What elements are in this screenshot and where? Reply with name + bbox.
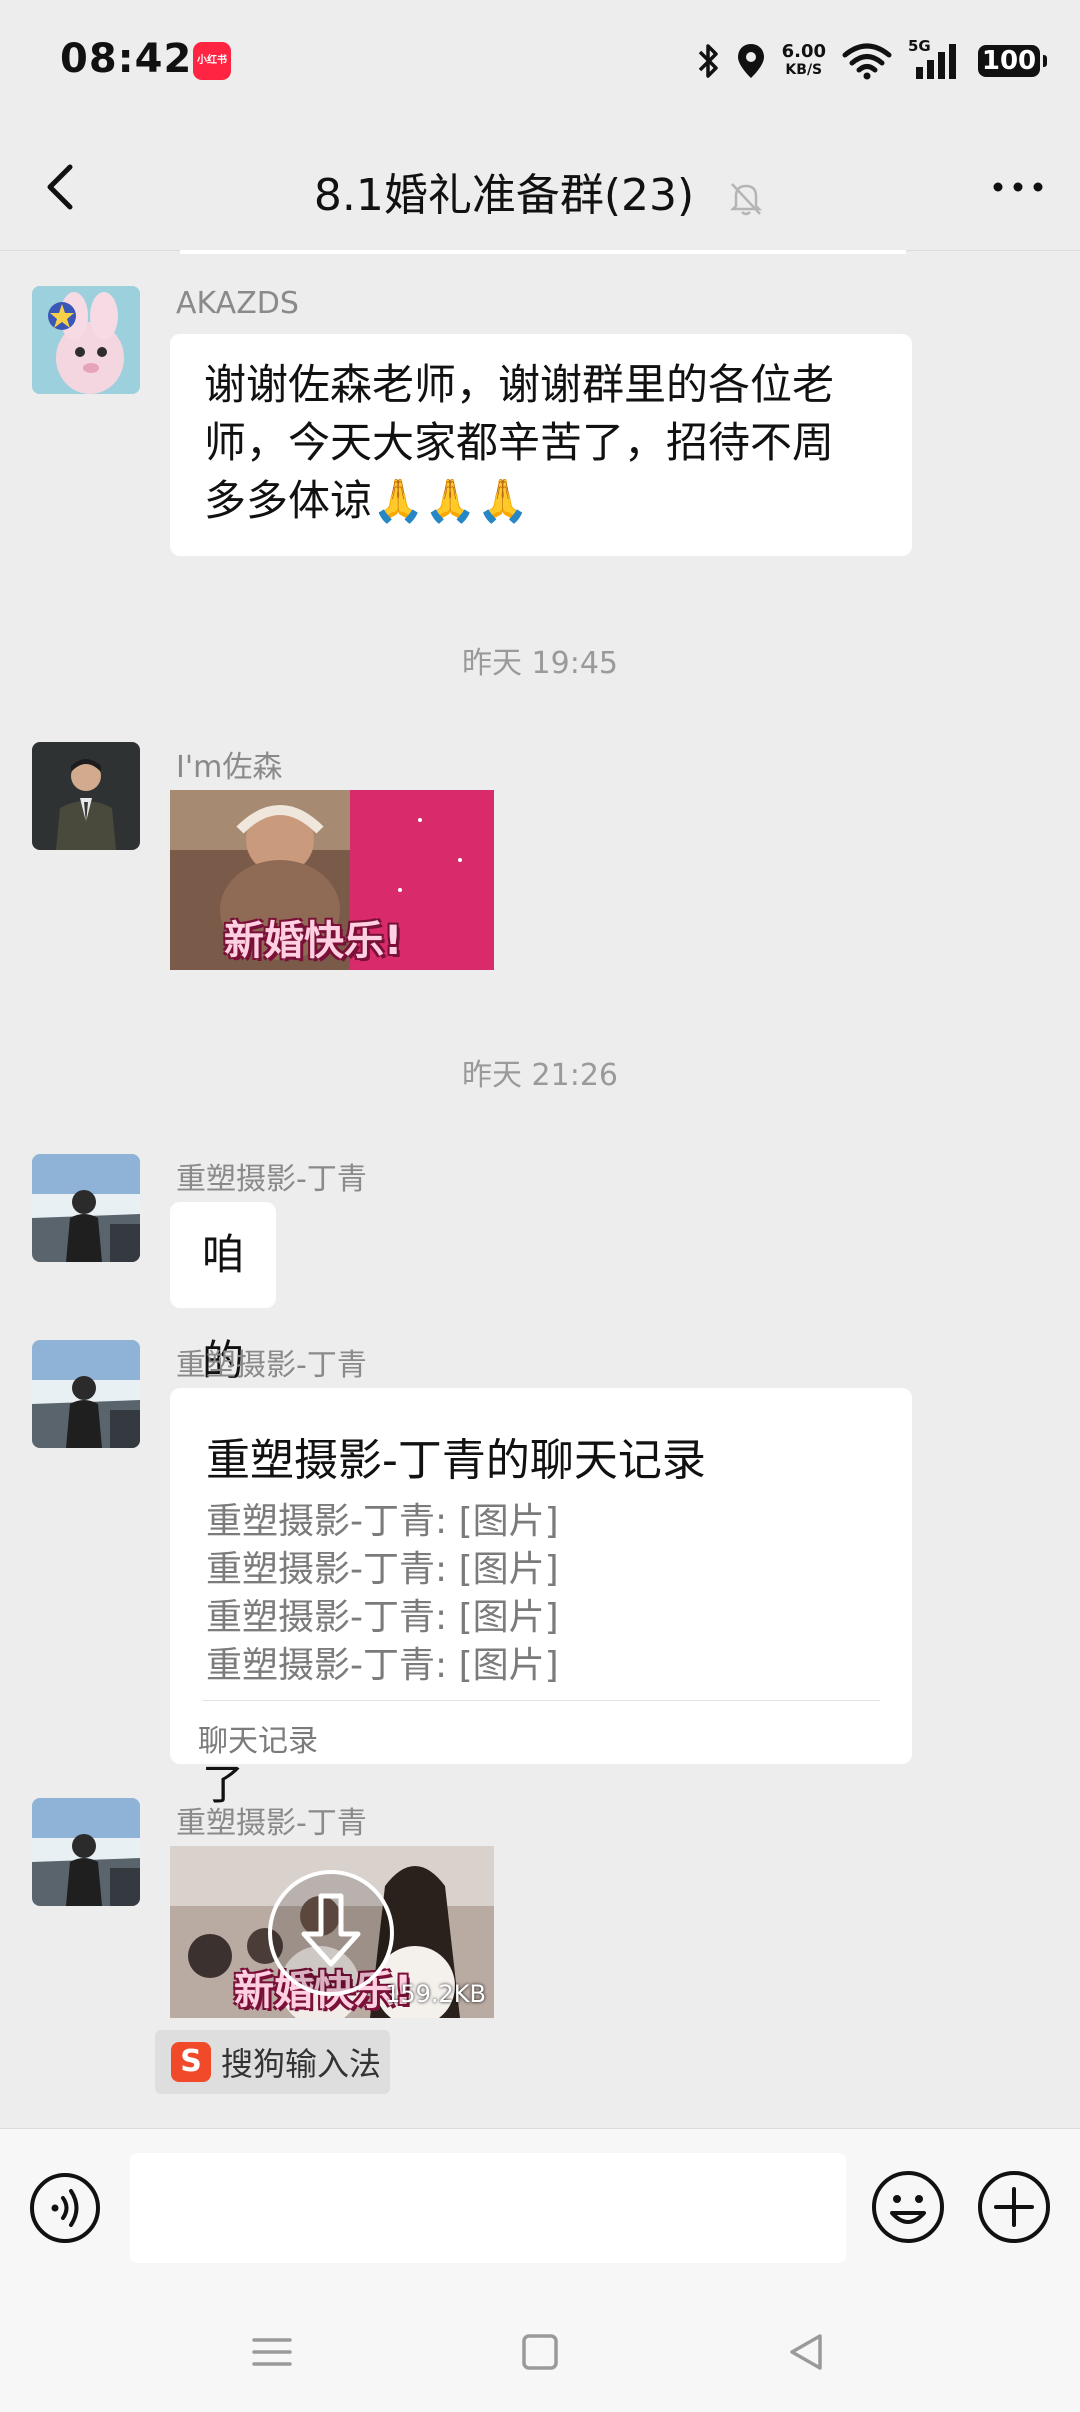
card-line: 重塑摄影-丁青: [图片] xyxy=(206,1549,559,1590)
avatar-photographer-image xyxy=(32,1340,140,1448)
smiley-icon[interactable] xyxy=(870,2169,946,2245)
chat-title: 8.1婚礼准备群(23) xyxy=(313,170,695,221)
sender-name: I'm佐森 xyxy=(176,750,283,785)
avatar-photographer-image xyxy=(32,1798,140,1906)
card-line: 重塑摄影-丁青: [图片] xyxy=(206,1645,559,1686)
message-text-line: 谢谢佐森老师，谢谢群里的各位老 xyxy=(204,360,835,409)
text-bubble[interactable]: 咱的预告好了哈 xyxy=(170,1202,277,1915)
timestamp: 昨天 21:26 xyxy=(462,1058,618,1093)
avatar[interactable] xyxy=(32,1340,140,1448)
avatar-photographer-image xyxy=(32,1154,140,1262)
card-title: 重塑摄影-丁青的聊天记录 xyxy=(206,1435,706,1486)
ime-indicator[interactable]: S 搜狗输入法 xyxy=(155,2030,390,2094)
back-triangle-icon[interactable] xyxy=(776,2322,836,2382)
system-nav-bar xyxy=(0,2282,1080,2412)
sender-name: 重塑摄影-丁青 xyxy=(176,1806,367,1841)
voice-icon[interactable] xyxy=(28,2171,102,2245)
avatar[interactable] xyxy=(32,286,140,394)
previous-bubble-edge xyxy=(180,250,906,254)
message-text-line: 多多体谅🙏🙏🙏 xyxy=(204,476,529,525)
status-bar: 08:42 小红书 6.00 KB/S 5G 100 xyxy=(0,0,1080,125)
plus-icon[interactable] xyxy=(976,2169,1052,2245)
chat-record-card[interactable]: 重塑摄影-丁青的聊天记录 重塑摄影-丁青: [图片] 重塑摄影-丁青: [图片]… xyxy=(170,1388,912,1764)
text-bubble[interactable]: 谢谢佐森老师，谢谢群里的各位老 师，今天大家都辛苦了，招待不周 多多体谅🙏🙏🙏 xyxy=(170,334,912,556)
sender-name: 重塑摄影-丁青 xyxy=(176,1348,367,1383)
file-size: 159.2KB xyxy=(385,1980,486,2008)
battery-indicator: 100 xyxy=(978,45,1047,77)
chat-header: 8.1婚礼准备群(23) xyxy=(0,125,1080,251)
ime-label: 搜狗输入法 xyxy=(221,2045,382,2083)
bluetooth-icon xyxy=(698,44,718,78)
bell-off-icon xyxy=(730,183,763,216)
message-list[interactable]: AKAZDS 谢谢佐森老师，谢谢群里的各位老 师，今天大家都辛苦了，招待不周 多… xyxy=(0,250,1080,2128)
location-icon xyxy=(737,44,764,78)
more-dots-icon[interactable] xyxy=(986,165,1050,209)
status-icons: 6.00 KB/S 5G 100 xyxy=(696,36,1047,86)
chat-title-area: 8.1婚礼准备群(23) xyxy=(0,159,1080,223)
avatar[interactable] xyxy=(32,1798,140,1906)
media-thumbnail[interactable]: 新婚快乐! 159.2KB xyxy=(170,1846,494,2018)
net-speed-value: 6.00 xyxy=(781,41,826,62)
avatar-bunny-image xyxy=(32,286,140,394)
wifi-icon xyxy=(842,43,892,80)
avatar-man-suit-image xyxy=(32,742,140,850)
menu-icon[interactable] xyxy=(242,2322,302,2382)
card-line: 重塑摄影-丁青: [图片] xyxy=(206,1501,559,1542)
sticker-caption: 新婚快乐! xyxy=(224,918,403,964)
card-footer: 聊天记录 xyxy=(198,1724,318,1759)
input-bar xyxy=(0,2128,1080,2283)
card-divider xyxy=(202,1700,880,1701)
sogou-logo-icon: S xyxy=(171,2042,211,2082)
home-square-icon[interactable] xyxy=(510,2322,570,2382)
message-text-line: 师，今天大家都辛苦了，招待不周 xyxy=(204,418,835,467)
sender-name: 重塑摄影-丁青 xyxy=(176,1162,367,1197)
message-input[interactable] xyxy=(130,2153,846,2263)
cellular-signal-icon: 5G xyxy=(908,37,962,81)
download-icon[interactable] xyxy=(266,1868,396,1998)
net-speed: 6.00 KB/S xyxy=(782,43,826,79)
xiaohongshu-app-icon: 小红书 xyxy=(193,42,231,80)
timestamp: 昨天 19:45 xyxy=(462,646,618,681)
status-time: 08:42 xyxy=(60,36,193,82)
avatar[interactable] xyxy=(32,742,140,850)
sticker-image[interactable]: 新婚快乐! xyxy=(170,790,494,970)
net-speed-unit: KB/S xyxy=(785,62,823,78)
sender-name: AKAZDS xyxy=(176,286,299,321)
avatar[interactable] xyxy=(32,1154,140,1262)
card-line: 重塑摄影-丁青: [图片] xyxy=(206,1597,559,1638)
